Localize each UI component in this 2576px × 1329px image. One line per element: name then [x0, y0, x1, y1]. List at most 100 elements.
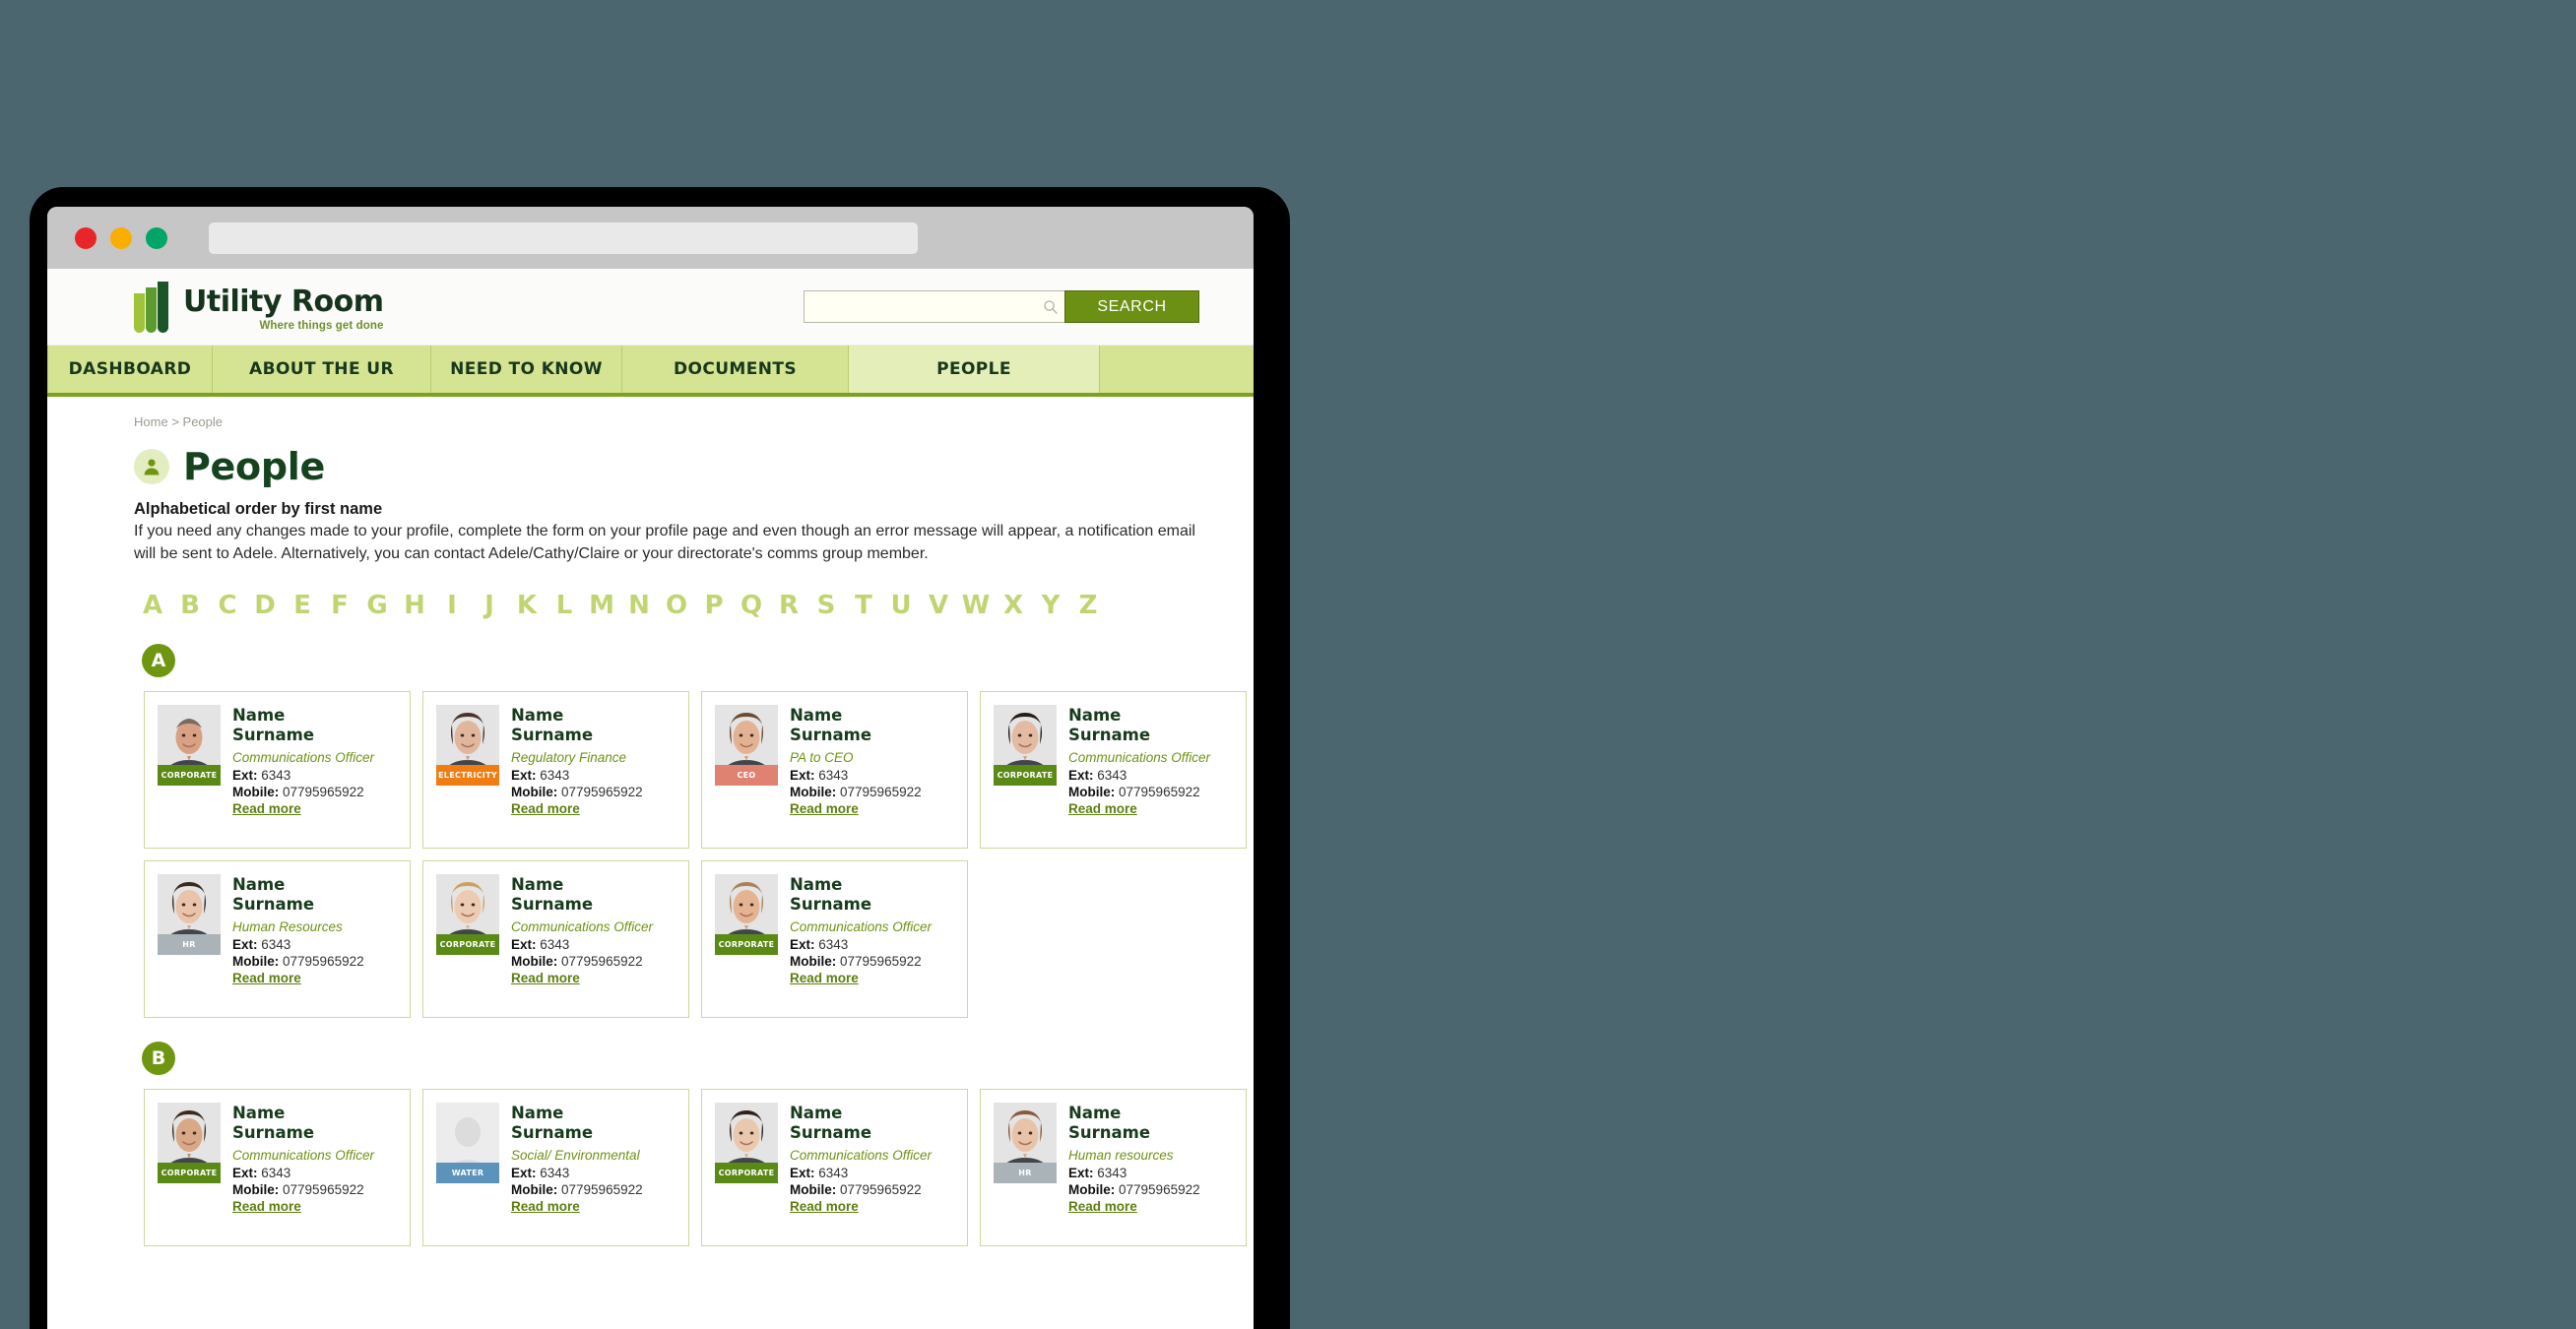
- ext-value: 6343: [540, 767, 570, 783]
- alpha-link-j[interactable]: J: [471, 591, 508, 620]
- alpha-link-x[interactable]: X: [995, 591, 1032, 620]
- close-window-button[interactable]: [75, 226, 97, 249]
- person-role: Human Resources: [232, 918, 343, 934]
- person-card[interactable]: CORPORATE Name Surname Communications Offic…: [144, 1089, 411, 1247]
- alpha-link-s[interactable]: S: [807, 591, 845, 620]
- read-more-link[interactable]: Read more: [1068, 801, 1137, 816]
- person-surname: Surname: [1068, 725, 1151, 744]
- person-mobile-line: Mobile: 07795965922: [511, 954, 653, 969]
- person-photo: CORPORATE: [158, 1103, 221, 1184]
- read-more-link[interactable]: Read more: [790, 971, 859, 985]
- person-card[interactable]: WATER Name Surname Social/ Environmental Ext…: [422, 1089, 689, 1247]
- alpha-link-e[interactable]: E: [284, 591, 321, 620]
- read-more-link[interactable]: Read more: [232, 971, 301, 985]
- person-photo: WATER: [436, 1103, 499, 1184]
- page-title: People: [183, 445, 325, 488]
- site-logo[interactable]: Utility Room Where things get done: [134, 281, 384, 333]
- alpha-link-p[interactable]: P: [695, 591, 733, 620]
- ext-value: 6343: [818, 936, 849, 952]
- alpha-link-c[interactable]: C: [209, 591, 246, 620]
- nav-item-dashboard[interactable]: DASHBOARD: [47, 346, 213, 393]
- person-ext-line: Ext: 6343: [790, 1166, 932, 1180]
- person-mobile-line: Mobile: 07795965922: [232, 954, 364, 969]
- nav-item-about-the-ur[interactable]: ABOUT THE UR: [213, 346, 431, 393]
- person-card[interactable]: CORPORATE Name Surname Communications Offic…: [701, 1089, 968, 1247]
- person-photo: CORPORATE: [715, 874, 778, 956]
- person-name: Name Surname: [511, 875, 653, 913]
- alpha-link-l[interactable]: L: [546, 591, 583, 620]
- alpha-link-n[interactable]: N: [620, 591, 658, 620]
- alpha-link-w[interactable]: W: [957, 591, 995, 620]
- laptop-device-frame: Utility Room Where things get done SEARC…: [30, 187, 1290, 1329]
- read-more-link[interactable]: Read more: [232, 1199, 301, 1214]
- person-surname: Surname: [790, 894, 872, 914]
- person-name: Name Surname: [232, 706, 374, 743]
- person-photo: CEO: [715, 705, 778, 787]
- alpha-link-i[interactable]: I: [433, 591, 471, 620]
- search-button[interactable]: SEARCH: [1064, 290, 1199, 323]
- alpha-link-v[interactable]: V: [920, 591, 957, 620]
- person-role: Communications Officer: [232, 749, 375, 765]
- letter-section-b: B CORPORATE Name Surname Communications Offi…: [47, 1042, 1254, 1247]
- person-card[interactable]: HR Name Surname Human Resources Ext: 6343 Mob…: [144, 860, 411, 1019]
- alpha-link-h[interactable]: H: [396, 591, 433, 620]
- ext-value: 6343: [1097, 767, 1127, 783]
- person-mobile-line: Mobile: 07795965922: [232, 1182, 374, 1197]
- person-name: Name Surname: [232, 875, 364, 913]
- ext-value: 6343: [540, 1165, 570, 1180]
- alpha-link-y[interactable]: Y: [1032, 591, 1069, 620]
- read-more-link[interactable]: Read more: [790, 1199, 859, 1214]
- person-card[interactable]: CORPORATE Name Surname Communications Offic…: [980, 691, 1247, 850]
- alphabet-index: ABCDEFGHIJKLMNOPQRSTUVWXYZ: [134, 591, 1254, 620]
- person-card[interactable]: CORPORATE Name Surname Communications Offic…: [701, 860, 968, 1019]
- read-more-link[interactable]: Read more: [511, 971, 580, 985]
- browser-url-bar[interactable]: [209, 222, 918, 254]
- mobile-value: 07795965922: [840, 1181, 922, 1197]
- person-mobile-line: Mobile: 07795965922: [790, 954, 932, 969]
- alpha-link-r[interactable]: R: [770, 591, 807, 620]
- nav-item-people[interactable]: PEOPLE: [849, 346, 1100, 393]
- search-input-wrapper[interactable]: [804, 290, 1064, 323]
- alpha-link-o[interactable]: O: [658, 591, 695, 620]
- alpha-link-m[interactable]: M: [583, 591, 620, 620]
- person-card[interactable]: CORPORATE Name Surname Communications Offic…: [422, 860, 689, 1019]
- department-badge: CORPORATE: [715, 1163, 778, 1184]
- nav-item-need-to-know[interactable]: NEED TO KNOW: [431, 346, 622, 393]
- department-badge: CORPORATE: [436, 934, 499, 956]
- alpha-link-z[interactable]: Z: [1069, 591, 1107, 620]
- alpha-link-q[interactable]: Q: [733, 591, 770, 620]
- person-name: Name Surname: [1068, 1104, 1200, 1141]
- person-first-name: Name: [1068, 1104, 1122, 1123]
- person-card[interactable]: ELECTRICITY Name Surname Regulatory Finance…: [422, 691, 689, 850]
- alpha-link-u[interactable]: U: [882, 591, 920, 620]
- breadcrumb-home[interactable]: Home: [134, 414, 168, 429]
- maximize-window-button[interactable]: [146, 226, 167, 249]
- read-more-link[interactable]: Read more: [511, 801, 580, 816]
- person-name: Name Surname: [790, 1104, 932, 1141]
- person-card[interactable]: CEO Name Surname PA to CEO Ext: 6343 Mobile: …: [701, 691, 968, 850]
- read-more-link[interactable]: Read more: [1068, 1199, 1137, 1214]
- read-more-link[interactable]: Read more: [232, 801, 301, 816]
- ext-label: Ext:: [790, 936, 815, 952]
- search-input[interactable]: [812, 299, 1043, 314]
- nav-item-documents[interactable]: DOCUMENTS: [622, 346, 849, 393]
- alpha-link-a[interactable]: A: [134, 591, 171, 620]
- person-card[interactable]: CORPORATE Name Surname Communications Offic…: [144, 691, 411, 850]
- alpha-link-t[interactable]: T: [845, 591, 882, 620]
- person-card[interactable]: HR Name Surname Human resources Ext: 6343 Mob…: [980, 1089, 1247, 1247]
- read-more-link[interactable]: Read more: [790, 801, 859, 816]
- mobile-label: Mobile:: [790, 784, 837, 799]
- person-ext-line: Ext: 6343: [1068, 768, 1210, 783]
- alpha-link-f[interactable]: F: [321, 591, 358, 620]
- person-icon: [134, 449, 169, 484]
- person-first-name: Name: [790, 706, 843, 726]
- person-mobile-line: Mobile: 07795965922: [790, 785, 922, 799]
- mobile-value: 07795965922: [561, 784, 643, 799]
- alpha-link-d[interactable]: D: [246, 591, 284, 620]
- minimize-window-button[interactable]: [110, 226, 132, 249]
- alpha-link-g[interactable]: G: [358, 591, 396, 620]
- alpha-link-k[interactable]: K: [508, 591, 546, 620]
- alpha-link-b[interactable]: B: [171, 591, 209, 620]
- person-ext-line: Ext: 6343: [790, 937, 932, 952]
- read-more-link[interactable]: Read more: [511, 1199, 580, 1214]
